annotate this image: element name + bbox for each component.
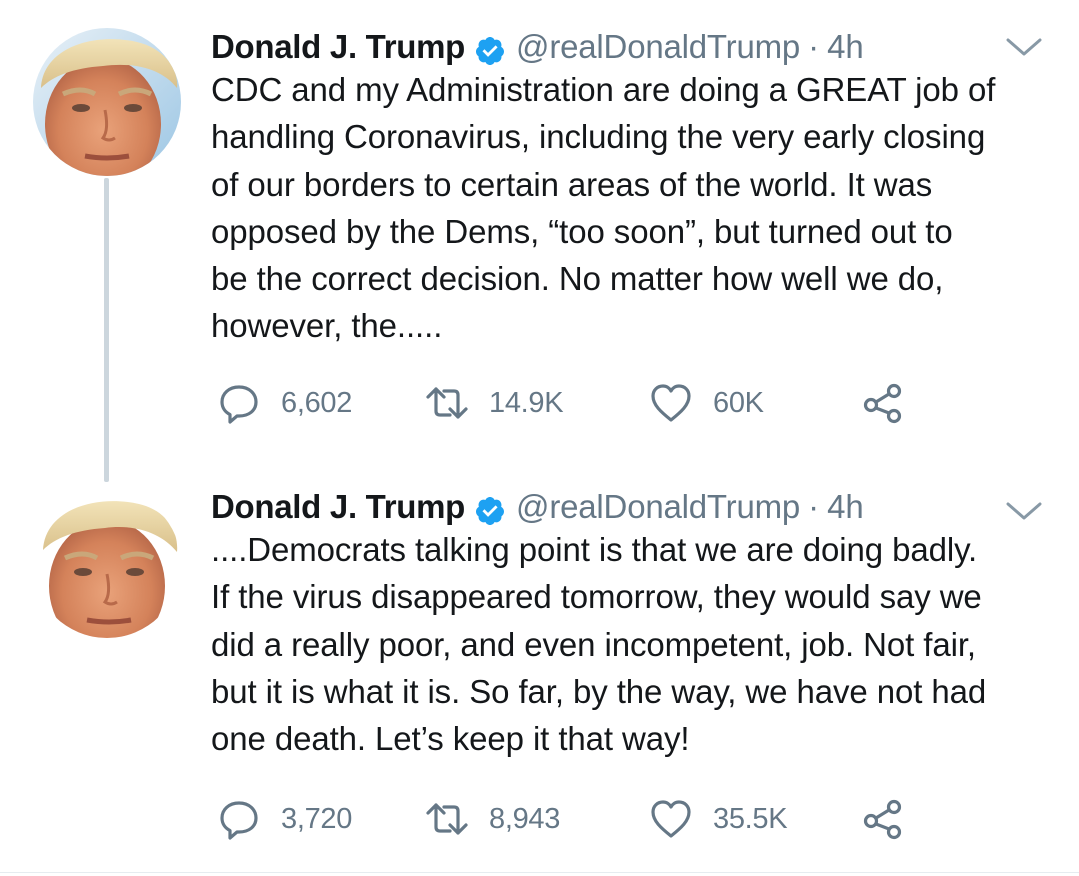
reply-count: 3,720 <box>281 802 353 835</box>
reply-count: 6,602 <box>281 386 353 419</box>
reply-bubble-icon <box>220 385 258 424</box>
author-handle[interactable]: @realDonaldTrump <box>516 22 800 72</box>
tweet-header: Donald J. Trump @realDonaldTrump · 4h <box>211 482 864 532</box>
retweet-button[interactable]: 8,943 <box>425 794 560 844</box>
like-count: 35.5K <box>713 802 788 835</box>
tweet-actions: 3,720 8,943 35.5K <box>211 794 971 844</box>
header-separator: · <box>808 488 820 525</box>
tweet-header: Donald J. Trump @realDonaldTrump · 4h <box>211 22 864 72</box>
retweet-count: 14.9K <box>489 386 564 419</box>
author-name[interactable]: Donald J. Trump <box>211 482 465 532</box>
like-count: 60K <box>713 386 764 419</box>
tweet-text: CDC and my Administration are doing a GR… <box>211 71 996 345</box>
heart-outline-icon <box>651 384 691 422</box>
avatar[interactable] <box>33 490 181 638</box>
share-nodes-icon <box>863 799 902 840</box>
retweet-button[interactable]: 14.9K <box>425 378 564 428</box>
like-button[interactable]: 60K <box>649 378 764 428</box>
share-button[interactable] <box>861 378 905 428</box>
verified-badge-icon <box>474 31 506 65</box>
chevron-down-icon[interactable] <box>1004 496 1044 524</box>
chevron-down-icon[interactable] <box>1004 32 1044 60</box>
tweet[interactable]: Donald J. Trump @realDonaldTrump · 4h CD… <box>0 22 1079 442</box>
author-name[interactable]: Donald J. Trump <box>211 22 465 72</box>
retweet-count: 8,943 <box>489 802 561 835</box>
tweet-timestamp[interactable]: 4h <box>827 482 864 532</box>
tweet[interactable]: Donald J. Trump @realDonaldTrump · 4h ..… <box>0 482 1079 862</box>
share-nodes-icon <box>863 383 902 424</box>
author-handle[interactable]: @realDonaldTrump <box>516 482 800 532</box>
avatar[interactable] <box>33 28 181 176</box>
reply-button[interactable]: 6,602 <box>217 378 352 428</box>
reply-bubble-icon <box>220 801 258 840</box>
header-separator: · <box>808 28 820 65</box>
verified-badge-icon <box>474 491 506 525</box>
like-button[interactable]: 35.5K <box>649 794 788 844</box>
tweet-actions: 6,602 14.9K 60K <box>211 378 971 428</box>
tweet-timestamp[interactable]: 4h <box>827 22 864 72</box>
bottom-divider <box>0 872 1079 873</box>
retweet-arrows-icon <box>426 803 468 835</box>
retweet-arrows-icon <box>426 387 468 419</box>
share-button[interactable] <box>861 794 905 844</box>
reply-button[interactable]: 3,720 <box>217 794 352 844</box>
tweet-text: ....Democrats talking point is that we a… <box>211 531 987 758</box>
heart-outline-icon <box>651 800 691 838</box>
